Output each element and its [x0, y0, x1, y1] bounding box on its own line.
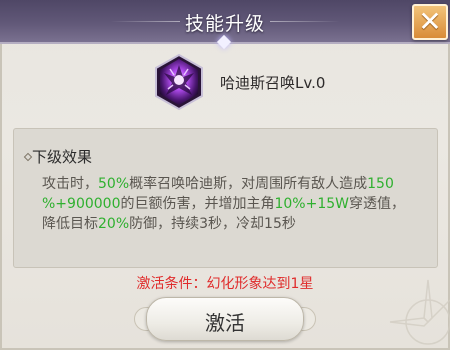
- skill-name: 哈迪斯召唤Lv.0: [220, 74, 326, 92]
- effect-highlight: 150: [367, 176, 394, 192]
- effect-line-3: 降低目标20%防御，持续3秒，冷却15秒: [42, 214, 412, 234]
- effect-highlight: %+900000: [42, 196, 121, 212]
- skill-icon[interactable]: [150, 53, 208, 111]
- effect-line-2: %+900000的巨额伤害，并增加主角10%+15W穿透值，: [42, 194, 412, 214]
- effect-text-part: 攻击时，: [42, 176, 98, 192]
- effect-text-part: 穿透值，: [349, 196, 405, 212]
- effect-text-part: 的巨额伤害，并增加主角: [120, 196, 275, 212]
- effect-description: 攻击时，50%概率召唤哈迪斯，对周围所有敌人造成150 %+900000的巨额伤…: [42, 174, 412, 234]
- close-button[interactable]: ✕: [412, 4, 448, 40]
- activate-button-label: 激活: [205, 311, 245, 335]
- activate-button[interactable]: 激活: [146, 297, 304, 341]
- page-title: 技能升级: [184, 13, 265, 35]
- corner-compass-ornament-icon: [389, 279, 450, 345]
- effect-text-part: 降低目标: [42, 216, 98, 232]
- effect-text-part: 防御，持续3秒，冷却15秒: [129, 216, 296, 232]
- close-icon: ✕: [418, 5, 442, 38]
- effect-highlight: 10%+15W: [274, 196, 349, 212]
- effect-highlight: 50%: [98, 176, 130, 192]
- effect-title: 下级效果: [32, 148, 93, 166]
- purple-summon-demon-icon: [155, 53, 203, 111]
- effect-highlight: 20%: [98, 216, 130, 232]
- effect-line-1: 攻击时，50%概率召唤哈迪斯，对周围所有敌人造成150: [42, 174, 412, 194]
- effect-text-part: 概率召唤哈迪斯，对周围所有敌人造成: [129, 176, 368, 192]
